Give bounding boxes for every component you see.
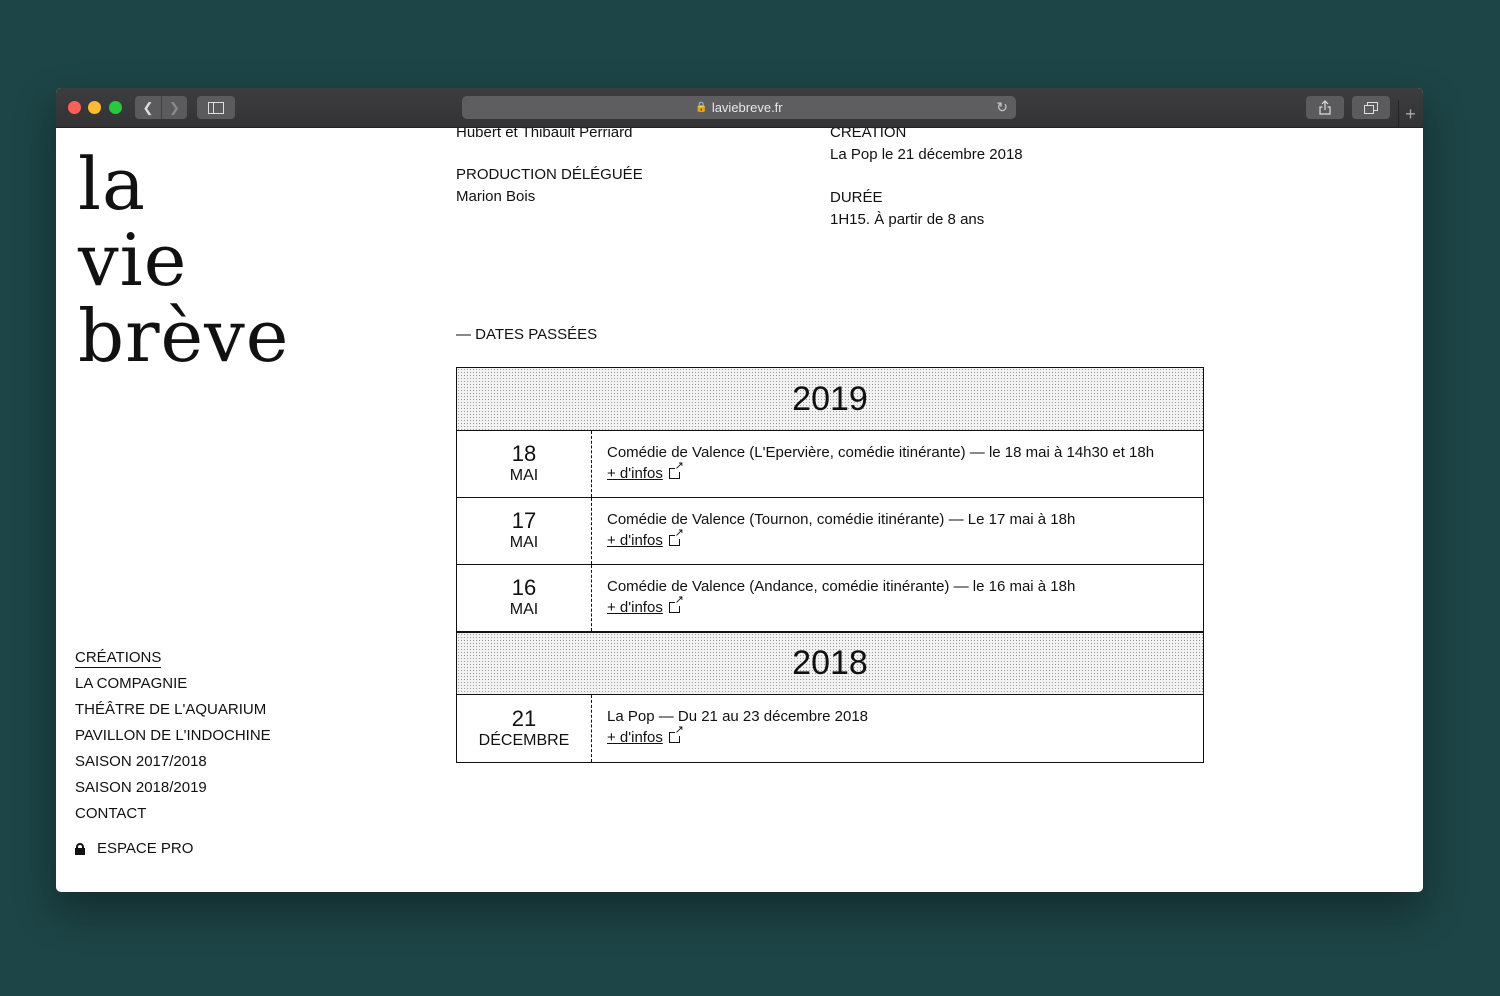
external-link-icon	[668, 528, 684, 546]
menu-item-label: LA COMPAGNIE	[75, 675, 188, 692]
credits-block: Hubert et Thibault Perriard PRODUCTION D…	[456, 128, 643, 208]
production-label: PRODUCTION DÉLÉGUÉE	[456, 166, 643, 183]
more-info-label: + d'infos	[607, 532, 663, 549]
history-navigation: ❮ ❯	[135, 96, 187, 119]
logo-line-1: la	[78, 142, 146, 226]
credits-tail: Hubert et Thibault Perriard	[456, 128, 633, 141]
date-row: 18 MAI Comédie de Valence (L'Epervière, …	[457, 431, 1203, 498]
date-description: La Pop — Du 21 au 23 décembre 2018 + d'i…	[592, 695, 883, 762]
espace-pro-link[interactable]: ESPACE PRO	[75, 840, 193, 857]
more-info-label: + d'infos	[607, 465, 663, 482]
menu-item-label: SAISON 2018/2019	[75, 779, 207, 796]
external-link-icon	[668, 725, 684, 743]
date-row: 16 MAI Comédie de Valence (Andance, comé…	[457, 565, 1203, 632]
date-day: 21	[511, 705, 537, 731]
sidebar-icon	[208, 101, 224, 114]
chevron-right-icon: ❯	[169, 99, 180, 115]
menu-item-label: THÉÂTRE DE L'AQUARIUM	[75, 701, 267, 718]
date-description: Comédie de Valence (L'Epervière, comédie…	[592, 431, 1169, 497]
menu-item-label: CRÉATIONS	[75, 649, 162, 668]
date-description: Comédie de Valence (Tournon, comédie iti…	[592, 498, 1090, 564]
menu-item-contact[interactable]: CONTACT	[75, 804, 271, 830]
menu-item-pavillon-indochine[interactable]: PAVILLON DE L'INDOCHINE	[75, 726, 271, 752]
past-dates-heading: — DATES PASSÉES	[456, 326, 598, 343]
date-month: MAI	[509, 601, 539, 618]
reload-icon[interactable]: ↻	[996, 99, 1008, 116]
logo-line-2: vie	[78, 218, 188, 302]
logo-line-3: brève	[78, 294, 290, 378]
espace-pro-label: ESPACE PRO	[97, 840, 194, 857]
duree-value: 1H15. À partir de 8 ans	[830, 211, 985, 228]
date-month: MAI	[509, 467, 539, 484]
close-window-button[interactable]	[68, 101, 81, 114]
menu-item-theatre-aquarium[interactable]: THÉÂTRE DE L'AQUARIUM	[75, 700, 271, 726]
menu-item-saison-2018-2019[interactable]: SAISON 2018/2019	[75, 778, 271, 804]
date-month: DÉCEMBRE	[478, 731, 570, 749]
tab-overview-button[interactable]	[1352, 96, 1390, 119]
venue-text: La Pop — Du 21 au 23 décembre 2018	[607, 708, 869, 725]
share-button[interactable]	[1306, 96, 1344, 119]
date-cell: 21 DÉCEMBRE	[457, 695, 592, 762]
date-month: MAI	[509, 534, 539, 551]
date-day: 18	[511, 441, 537, 466]
date-cell: 18 MAI	[457, 431, 592, 497]
year-header: 2019	[457, 368, 1203, 431]
minimize-window-button[interactable]	[88, 101, 101, 114]
url-text: laviebreve.fr	[711, 100, 783, 115]
date-row: 21 DÉCEMBRE La Pop — Du 21 au 23 décembr…	[457, 695, 1203, 762]
menu-item-label: CONTACT	[75, 805, 147, 822]
browser-toolbar: ❮ ❯ 🔒 laviebreve.fr ↻ +	[56, 88, 1423, 128]
lock-icon	[75, 842, 85, 855]
chevron-left-icon: ❮	[142, 99, 154, 115]
external-link-icon	[668, 461, 684, 479]
date-day: 16	[511, 575, 537, 600]
year-header: 2018	[457, 632, 1203, 695]
venue-text: Comédie de Valence (L'Epervière, comédie…	[607, 444, 1155, 461]
date-day: 17	[511, 508, 537, 533]
more-info-link[interactable]: + d'infos	[607, 729, 663, 746]
external-link-icon	[668, 595, 684, 613]
site-logo[interactable]: la vie brève	[78, 146, 289, 374]
creation-value: La Pop le 21 décembre 2018	[830, 146, 1023, 163]
duree-label: DURÉE	[830, 189, 883, 206]
lock-icon: 🔒	[695, 102, 708, 113]
main-menu: CRÉATIONS LA COMPAGNIE THÉÂTRE DE L'AQUA…	[75, 648, 271, 830]
share-icon	[1319, 100, 1331, 115]
past-dates-table: 2019 18 MAI Comédie de Valence (L'Epervi…	[456, 367, 1204, 763]
address-bar[interactable]: 🔒 laviebreve.fr ↻	[462, 96, 1016, 119]
forward-button[interactable]: ❯	[161, 96, 187, 119]
menu-item-label: PAVILLON DE L'INDOCHINE	[75, 727, 271, 744]
menu-item-creations[interactable]: CRÉATIONS	[75, 648, 271, 674]
tabs-icon	[1364, 101, 1378, 114]
creation-block: CRÉATION La Pop le 21 décembre 2018 DURÉ…	[830, 128, 1023, 231]
plus-icon: +	[1405, 103, 1416, 124]
back-button[interactable]: ❮	[135, 96, 161, 119]
production-value: Marion Bois	[456, 188, 536, 205]
date-cell: 16 MAI	[457, 565, 592, 631]
zoom-window-button[interactable]	[109, 101, 122, 114]
more-info-link[interactable]: + d'infos	[607, 465, 663, 482]
menu-item-label: SAISON 2017/2018	[75, 753, 207, 770]
menu-item-saison-2017-2018[interactable]: SAISON 2017/2018	[75, 752, 271, 778]
page-content: la vie brève Hubert et Thibault Perriard…	[56, 128, 1423, 892]
date-description: Comédie de Valence (Andance, comédie iti…	[592, 565, 1090, 631]
browser-window: ❮ ❯ 🔒 laviebreve.fr ↻ + la vie brève Hub…	[56, 88, 1423, 892]
more-info-link[interactable]: + d'infos	[607, 532, 663, 549]
new-tab-button[interactable]: +	[1398, 100, 1422, 128]
creation-label: CRÉATION	[830, 128, 907, 141]
more-info-label: + d'infos	[607, 729, 663, 746]
more-info-label: + d'infos	[607, 599, 663, 616]
menu-item-la-compagnie[interactable]: LA COMPAGNIE	[75, 674, 271, 700]
date-row: 17 MAI Comédie de Valence (Tournon, comé…	[457, 498, 1203, 565]
date-cell: 17 MAI	[457, 498, 592, 564]
more-info-link[interactable]: + d'infos	[607, 599, 663, 616]
sidebar-toggle-button[interactable]	[197, 96, 235, 119]
